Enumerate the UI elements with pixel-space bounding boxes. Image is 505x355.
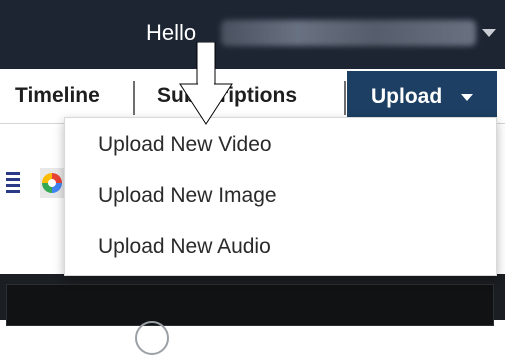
menu-item-upload-video[interactable]: Upload New Video [65,120,496,170]
caret-down-icon[interactable] [482,29,496,37]
nav-divider [344,81,346,115]
arrow-down-icon [179,42,233,125]
tab-timeline[interactable]: Timeline [15,69,100,123]
tab-upload-label: Upload [371,85,443,108]
caret-down-icon [461,94,473,101]
menu-item-upload-audio[interactable]: Upload New Audio [65,222,496,272]
page-left-area [0,124,64,274]
app-logo-icon [40,168,64,198]
blurred-username[interactable] [221,20,476,46]
header-bar: Hello [0,0,505,69]
content-card [0,274,505,355]
play-icon [135,321,169,355]
nav-bar: Timeline Subscriptions Upload [0,69,505,124]
menu-item-upload-image[interactable]: Upload New Image [65,171,496,221]
tab-upload[interactable]: Upload [347,71,497,123]
upload-dropdown-menu: Upload New Video Upload New Image Upload… [64,117,497,276]
hamburger-icon[interactable] [6,172,20,194]
nav-divider [133,81,135,115]
